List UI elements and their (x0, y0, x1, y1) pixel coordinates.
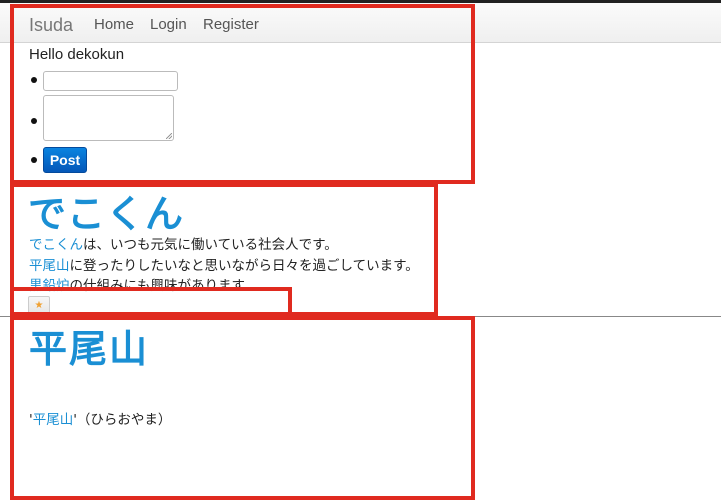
entry-text: に登ったりしたいなと思いながら日々を過ごしています。 (69, 258, 419, 274)
star-icon: ★ (34, 299, 44, 311)
list-bullet (31, 118, 37, 124)
nav-home-link[interactable]: Home (94, 16, 134, 33)
keyword-link[interactable]: 黒鉛炉 (29, 278, 70, 294)
keyword-link[interactable]: 平尾山 (33, 412, 74, 428)
keyword-input[interactable] (43, 71, 178, 91)
post-button[interactable]: Post (43, 147, 87, 173)
list-bullet (31, 77, 37, 83)
entry-body-line: 黒鉛炉の仕組みにも興味があります (29, 274, 245, 294)
entry-body-line: 平尾山に登ったりしたいなと思いながら日々を過ごしています。 (29, 254, 419, 274)
star-button[interactable]: ★ (28, 296, 50, 314)
entry-body-line: でこくんは、いつも元気に働いている社会人です。 (29, 233, 338, 253)
brand-logo[interactable]: Isuda (29, 15, 73, 36)
navbar: Isuda Home Login Register (0, 3, 721, 43)
entry-divider (0, 316, 721, 317)
keyword-link[interactable]: 平尾山 (29, 258, 70, 274)
entry-text: は、いつも元気に働いている社会人です。 (83, 237, 338, 253)
entry-text: の仕組みにも興味があります (69, 278, 246, 294)
entry-title[interactable]: 平尾山 (29, 318, 149, 373)
list-bullet (31, 157, 37, 163)
resize-grip-icon[interactable] (166, 133, 172, 139)
entry-body-line: '平尾山'（ひらおやま） (29, 408, 171, 428)
description-textarea[interactable] (43, 95, 174, 141)
keyword-link[interactable]: でこくん (29, 237, 83, 253)
greeting-text: Hello dekokun (29, 46, 125, 63)
entry-text: '（ひらおやま） (73, 412, 172, 428)
entry-title[interactable]: でこくん (28, 183, 184, 238)
nav-login-link[interactable]: Login (150, 16, 187, 33)
nav-register-link[interactable]: Register (203, 16, 259, 33)
